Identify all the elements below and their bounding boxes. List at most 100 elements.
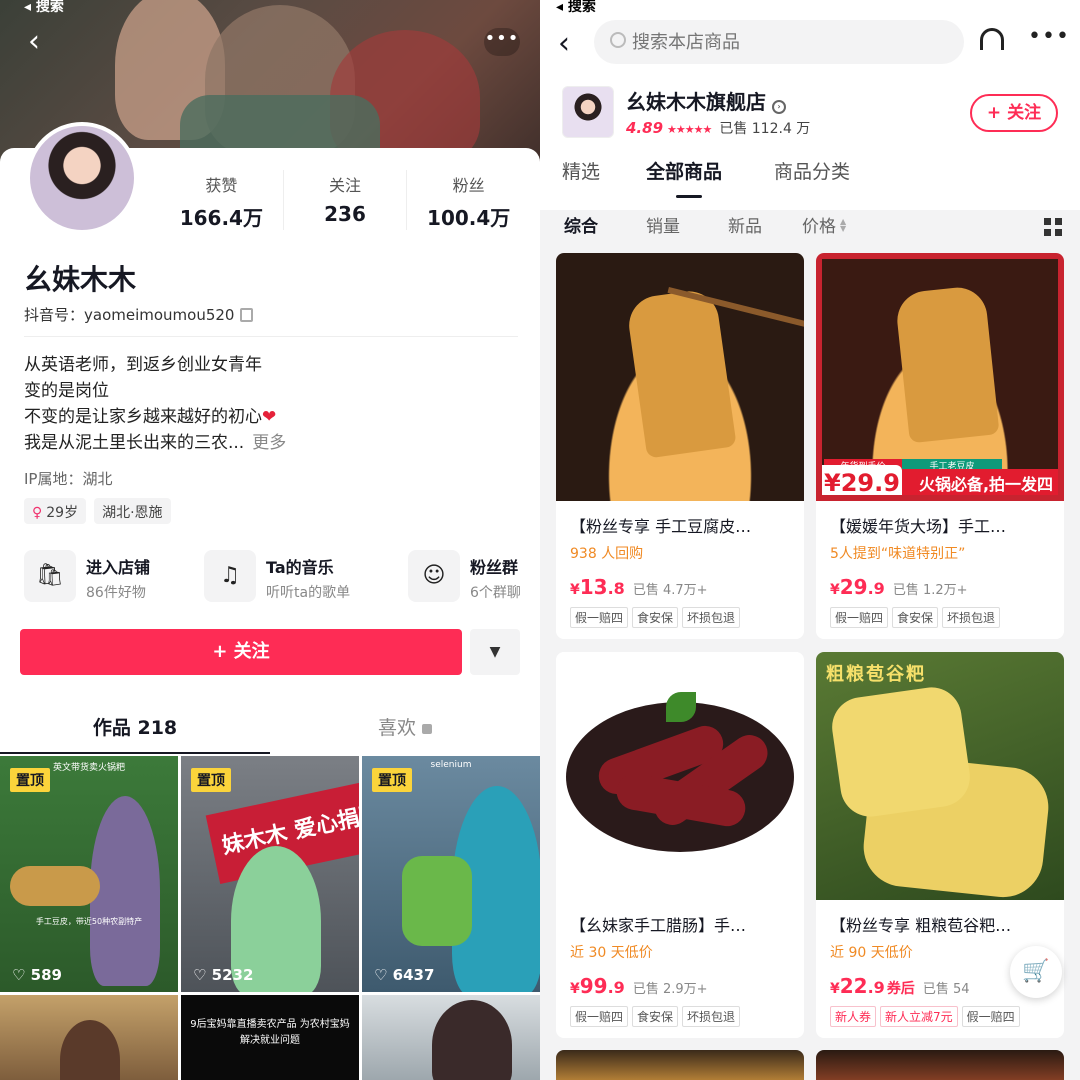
sort-new[interactable]: 新品 [728,210,762,244]
shop-logo[interactable] [562,86,614,138]
video-object [10,866,100,906]
price-integer: 13 [579,575,608,599]
cart-icon[interactable]: 🛒 [1010,946,1062,998]
bio-line: 从英语老师，到返乡创业女青年 [24,355,262,375]
sort-comprehensive[interactable]: 综合 [564,210,598,244]
rating-stars-icon: ★★★★★ [667,123,712,136]
product-image: 粗粮苞谷粑 [816,652,1064,900]
stat-label: 粉丝 [452,176,485,195]
tab-featured[interactable]: 精选 [562,155,600,189]
price-decimal: .9 [867,579,885,598]
badge: 食安保 [892,607,939,628]
back-icon[interactable]: ‹ [558,26,570,61]
video-thumbnail[interactable]: 妹木木 爱心捐赠 置顶 ♡ 5232 [181,756,359,992]
product-badges: 新人券 新人立减7元 假一赔四 [830,1006,1020,1027]
douyin-id: 抖音号：yaomeimoumou520 [24,304,254,325]
sort-sales[interactable]: 销量 [646,210,680,244]
female-icon: ♀ [32,505,43,521]
product-image [556,253,804,501]
video-thumbnail[interactable]: 英文带货卖火锅粑 手工豆皮，带近50种农副特产 置顶 ♡ 589 [0,756,178,992]
tab-categories[interactable]: 商品分类 [774,155,850,189]
badge: 假一赔四 [570,1006,629,1027]
back-to-search-link[interactable]: ◂ 搜索 [24,0,64,16]
tab-all-products[interactable]: 全部商品 [646,155,722,189]
badge: 新人券 [830,1006,877,1027]
video-object [402,856,472,946]
badge: 坏损包退 [942,607,1001,628]
product-card[interactable]: 年货到手价 手工老豆皮 ¥29.9 火锅必备,拍一发四 【媛媛年货大场】手工… … [816,253,1064,639]
shop-name[interactable]: 幺妹木木旗舰店 › [626,86,786,115]
avatar[interactable] [26,122,138,234]
video-thumbnail[interactable]: 9后宝妈靠直播卖农产品 为农村宝妈解决就业问题 [181,995,359,1080]
tab-likes[interactable]: 喜欢 [270,710,540,746]
stat-likes[interactable]: 获赞 166.4万 [160,170,284,230]
product-card[interactable] [556,1050,804,1080]
product-sold: 已售 1.2万+ [892,583,968,598]
product-card[interactable]: 【幺妹家手工腊肠】手… 近 30 天低价 ¥99.9 已售 2.9万+ 假一赔四 … [556,652,804,1038]
bio-line-text: 不变的是让家乡越来越好的初心 [24,407,262,427]
entry-title: 粉丝群 [470,558,519,577]
entry-subtitle: 86件好物 [86,585,146,601]
video-likes: ♡ 6437 [374,966,435,984]
stat-label: 获赞 [205,176,238,195]
product-card[interactable] [816,1050,1064,1080]
region-tag: 湖北·恩施 [94,498,171,524]
ip-location: IP属地：湖北 [24,470,113,488]
sort-price[interactable]: 价格 ▲ ▼ [802,210,846,244]
video-person [60,1020,120,1080]
stat-following[interactable]: 关注 236 [284,170,408,230]
bio-more-link[interactable]: 更多 [252,433,286,453]
follow-button[interactable]: + 关注 [20,629,462,675]
product-subtitle: 938 人回购 [570,546,644,562]
profile-tabs: 作品 218 喜欢 [0,710,540,754]
customer-service-icon[interactable] [980,28,1004,50]
video-thumbnail[interactable] [0,995,178,1080]
tab-works[interactable]: 作品 218 [0,710,270,746]
price-decimal: .9 [867,978,885,997]
fan-group-entry[interactable]: ☺ 粉丝群 6个群聊 [408,550,538,604]
sort-bar: 综合 销量 新品 价格 ▲ ▼ [540,210,1080,244]
video-grid: 英文带货卖火锅粑 手工豆皮，带近50种农副特产 置顶 ♡ 589 妹木木 爱心捐… [0,756,540,1080]
badge: 食安保 [632,1006,679,1027]
price-currency: ¥ [830,981,840,997]
music-entry[interactable]: ♫ Ta的音乐 听听ta的歌单 [204,550,394,604]
shopping-bag-icon: 🛍 [24,550,76,602]
product-image [556,652,804,900]
product-sold: 已售 2.9万+ [632,982,708,997]
profile-panel: ◂ 搜索 ‹ ••• 获赞 166.4万 关注 236 粉丝 100.4万 幺妹… [0,0,540,1080]
video-thumbnail[interactable] [362,995,540,1080]
product-title: 【媛媛年货大场】手工… [830,517,1007,536]
video-caption: 9后宝妈靠直播卖农产品 为农村宝妈解决就业问题 [190,1019,350,1046]
entry-subtitle: 听听ta的歌单 [266,585,351,601]
product-card[interactable]: 【粉丝专享 手工豆腐皮… 938 人回购 ¥13.8 已售 4.7万+ 假一赔四 … [556,253,804,639]
shop-follow-button[interactable]: + 关注 [970,94,1058,132]
search-input[interactable] [632,20,952,64]
back-to-search-link[interactable]: ◂ 搜索 [556,0,596,16]
back-icon[interactable]: ‹ [28,27,56,57]
profile-stats: 获赞 166.4万 关注 236 粉丝 100.4万 [160,170,530,230]
bio-line: 不变的是让家乡越来越好的初心❤ [24,404,286,430]
product-title: 【粉丝专享 手工豆腐皮… [570,517,752,536]
copy-icon[interactable] [240,308,254,322]
image-price-tag: ¥29.9 [822,465,902,495]
bio-line-text: 我是从泥土里长出来的三农... [24,433,245,453]
shop-sold-count: 已售 112.4 万 [719,121,811,137]
more-options-icon[interactable]: ••• [1028,24,1070,49]
dropdown-button[interactable]: ▼ [470,629,520,675]
more-options-icon[interactable]: ••• [484,28,520,56]
grid-layout-icon[interactable] [1044,218,1062,236]
product-badges: 假一赔四 食安保 坏损包退 [830,607,1001,628]
stat-followers[interactable]: 粉丝 100.4万 [407,170,530,230]
tab-likes-label: 喜欢 [377,717,416,739]
bio-line: 变的是岗位 [24,381,109,401]
price-currency: ¥ [570,582,580,598]
age-text: 29岁 [46,505,79,521]
entry-title: 进入店铺 [86,558,151,577]
stat-value: 236 [324,202,366,226]
video-likes: ♡ 589 [12,966,62,984]
price-decimal: .8 [607,579,625,598]
store-search-bar[interactable] [594,20,964,64]
enter-shop-entry[interactable]: 🛍 进入店铺 86件好物 [24,550,194,604]
video-thumbnail[interactable]: selenium 置顶 ♡ 6437 [362,756,540,992]
video-caption-lower: 手工豆皮，带近50种农副特产 [35,917,143,926]
